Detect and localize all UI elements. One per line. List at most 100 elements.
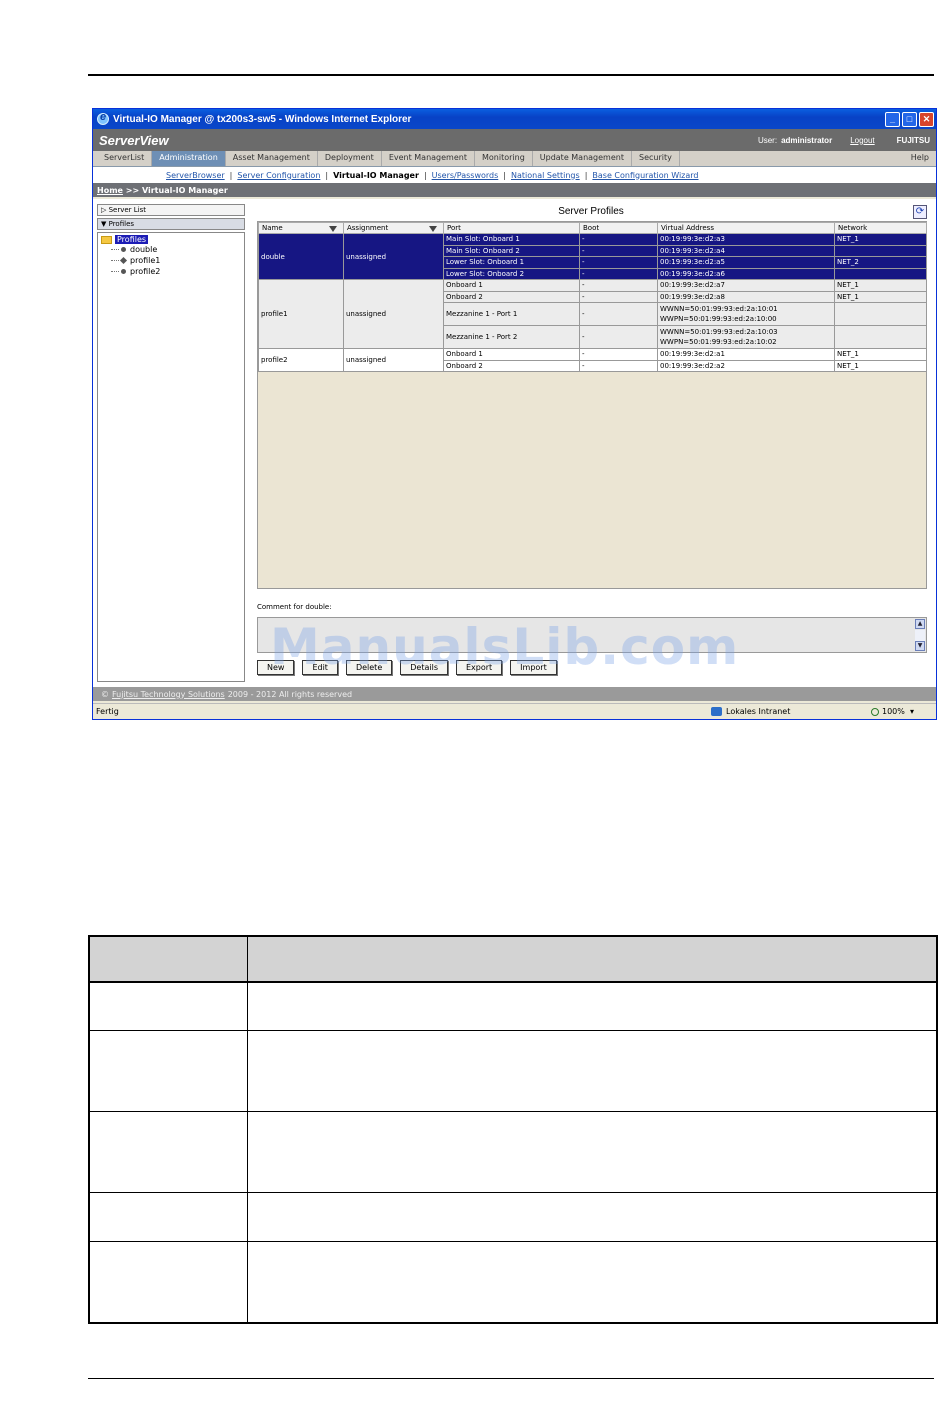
folder-icon <box>101 235 112 244</box>
col-boot[interactable]: Boot <box>579 222 658 234</box>
cell-port: Lower Slot: Onboard 2 <box>443 267 580 280</box>
subtab-users-passwords[interactable]: Users/Passwords <box>427 171 504 180</box>
subtab-virtual-io-manager[interactable]: Virtual-IO Manager <box>328 171 424 180</box>
cell-network <box>834 267 927 280</box>
breadcrumb-current: >> Virtual-IO Manager <box>125 185 228 195</box>
table-row <box>88 1240 938 1324</box>
refresh-icon[interactable]: ⟳ <box>913 205 927 219</box>
tree-item-double[interactable]: double <box>111 244 241 255</box>
ie-icon <box>97 111 109 125</box>
main-tabs: ServerList Administration Asset Management… <box>93 151 936 167</box>
zoom-control[interactable]: 100% ▾ <box>871 707 914 716</box>
cell-network: NET_1 <box>834 233 927 246</box>
tab-update-management[interactable]: Update Management <box>533 151 632 166</box>
tab-monitoring[interactable]: Monitoring <box>475 151 533 166</box>
cell-network: NET_1 <box>834 348 927 361</box>
cell-boot: - <box>579 267 658 280</box>
filter-icon[interactable] <box>329 226 337 232</box>
cell-boot: - <box>579 233 658 246</box>
col-network[interactable]: Network <box>834 222 927 234</box>
cell-boot: - <box>579 302 658 326</box>
cell-port: Main Slot: Onboard 1 <box>443 233 580 246</box>
cell-boot: - <box>579 290 658 303</box>
tab-administration[interactable]: Administration <box>152 151 226 166</box>
cell-port: Onboard 2 <box>443 359 580 372</box>
profiles-header[interactable]: ▼ Profiles <box>97 218 245 230</box>
breadcrumb-home[interactable]: Home <box>97 186 123 195</box>
filter-icon[interactable] <box>429 226 437 232</box>
cell-assignment: unassigned <box>343 348 444 372</box>
col-virtual-address[interactable]: Virtual Address <box>657 222 835 234</box>
subtab-server-configuration[interactable]: Server Configuration <box>232 171 325 180</box>
scroll-down-icon[interactable]: ▼ <box>915 641 925 651</box>
bottom-rule <box>88 1378 934 1379</box>
minimize-button[interactable]: _ <box>885 111 900 127</box>
cell-virtual-address: 00:19:99:3e:d2:a6 <box>657 267 835 280</box>
window-title: Virtual-IO Manager @ tx200s3-sw5 - Windo… <box>113 113 412 125</box>
left-pane: ▷ Server List ▼ Profiles Profiles double… <box>97 204 245 684</box>
cell-boot: - <box>579 256 658 269</box>
tab-security[interactable]: Security <box>632 151 680 166</box>
subtab-base-configuration-wizard[interactable]: Base Configuration Wizard <box>587 171 703 180</box>
fujitsu-logo: FUJITSU <box>896 135 930 145</box>
maximize-button[interactable]: □ <box>902 111 917 127</box>
right-pane: Server Profiles ⟳ Name Assignment Port B… <box>251 203 931 685</box>
wwpn-value: WWPN=50:01:99:93:ed:2a:10:02 <box>660 338 777 346</box>
company-link[interactable]: Fujitsu Technology Solutions <box>112 690 225 699</box>
cell-port: Lower Slot: Onboard 1 <box>443 256 580 269</box>
close-button[interactable]: ✕ <box>919 111 934 127</box>
cell-boot: - <box>579 279 658 292</box>
copyright-text: 2009 - 2012 All rights reserved <box>227 689 353 699</box>
subtab-serverbrowser[interactable]: ServerBrowser <box>161 171 230 180</box>
col-name[interactable]: Name <box>258 222 344 234</box>
table-row[interactable]: double unassigned Main Slot: Onboard 1-00:… <box>258 233 927 280</box>
grid-header-row: Name Assignment Port Boot Virtual Addres… <box>258 222 927 234</box>
scroll-up-icon[interactable]: ▲ <box>915 619 925 629</box>
intranet-icon <box>711 707 722 716</box>
profile-tree: Profiles double profile1 profile2 <box>97 232 245 682</box>
status-bar: Fertig Lokales Intranet 100% ▾ <box>93 703 936 719</box>
description-table <box>88 935 938 1324</box>
serverview-logo: ServerView <box>99 132 169 148</box>
tab-deployment[interactable]: Deployment <box>318 151 382 166</box>
cell-boot: - <box>579 359 658 372</box>
table-row <box>88 1191 938 1242</box>
cell-virtual-address: 00:19:99:3e:d2:a7 <box>657 279 835 292</box>
top-rule <box>88 74 934 76</box>
cell-port: Main Slot: Onboard 2 <box>443 244 580 257</box>
cell-network: NET_1 <box>834 359 927 372</box>
cell-name: profile2 <box>258 348 344 372</box>
table-row[interactable]: profile2 unassigned Onboard 1-00:19:99:3e:… <box>258 348 927 372</box>
security-zone[interactable]: Lokales Intranet <box>711 707 790 716</box>
cell-virtual-address: 00:19:99:3e:d2:a2 <box>657 359 835 372</box>
table-row[interactable]: profile1 unassigned Onboard 1-00:19:99:3e:… <box>258 279 927 349</box>
logout-link[interactable]: Logout <box>850 136 874 145</box>
col-port[interactable]: Port <box>443 222 580 234</box>
tab-serverlist[interactable]: ServerList <box>97 151 153 166</box>
cell-virtual-address: WWNN=50:01:99:93:ed:2a:10:03 WWPN=50:01:9… <box>657 325 835 349</box>
server-list-header[interactable]: ▷ Server List <box>97 204 245 216</box>
cell-assignment: unassigned <box>343 279 444 349</box>
copyright-bar: © Fujitsu Technology Solutions 2009 - 20… <box>93 687 936 701</box>
cell-network: NET_2 <box>834 256 927 269</box>
cell-name: double <box>258 233 344 280</box>
title-bar[interactable]: Virtual-IO Manager @ tx200s3-sw5 - Windo… <box>93 109 936 129</box>
watermark: ManualsLib.com <box>270 618 740 676</box>
cell-boot: - <box>579 348 658 361</box>
tab-event-management[interactable]: Event Management <box>382 151 475 166</box>
col-assignment[interactable]: Assignment <box>343 222 444 234</box>
tree-item-profile2[interactable]: profile2 <box>111 266 241 277</box>
tab-help[interactable]: Help <box>904 151 936 166</box>
cell-network <box>834 302 927 326</box>
tab-asset-management[interactable]: Asset Management <box>226 151 318 166</box>
subtab-national-settings[interactable]: National Settings <box>506 171 585 180</box>
cell-boot: - <box>579 244 658 257</box>
server-profiles-title: Server Profiles <box>558 206 624 217</box>
cell-assignment: unassigned <box>343 233 444 280</box>
wwpn-value: WWPN=50:01:99:93:ed:2a:10:00 <box>660 315 777 323</box>
profiles-grid: Name Assignment Port Boot Virtual Addres… <box>257 221 927 589</box>
tree-root-profiles[interactable]: Profiles <box>101 235 241 244</box>
table-row <box>88 1029 938 1112</box>
content-area: ▷ Server List ▼ Profiles Profiles double… <box>93 199 936 687</box>
tree-item-profile1[interactable]: profile1 <box>111 255 241 266</box>
